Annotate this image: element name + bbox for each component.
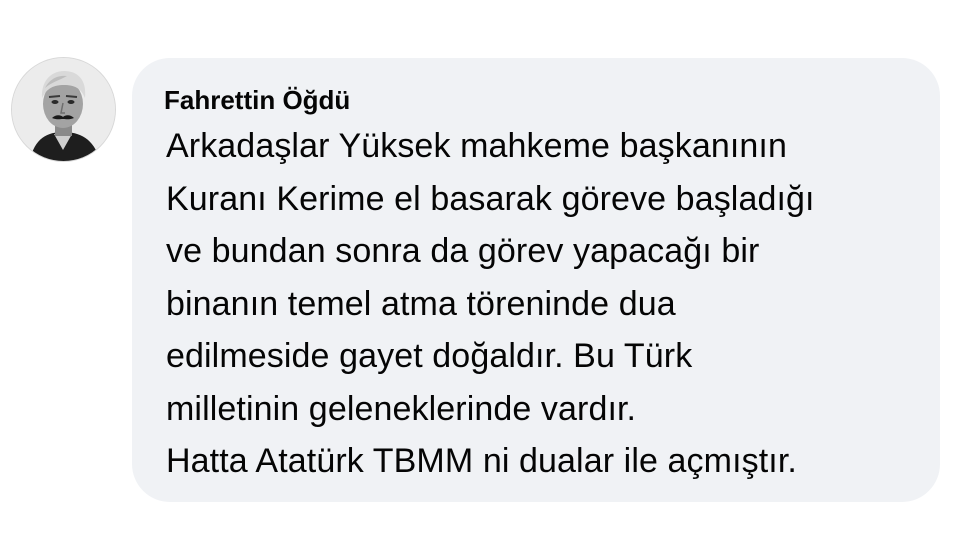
comment-text-line: ve bundan sonra da görev yapacağı bir bbox=[166, 232, 760, 270]
comment-text-line: milletinin geleneklerinde vardır. bbox=[166, 389, 637, 428]
comment-author[interactable]: Fahrettin Öğdü bbox=[164, 84, 912, 116]
comment-bubble: Fahrettin Öğdü Arkadaşlar Yüksek mahkeme… bbox=[132, 58, 940, 502]
avatar[interactable] bbox=[12, 58, 115, 161]
comment-text: Arkadaşlar Yüksek mahkeme başkanının Kur… bbox=[166, 120, 912, 488]
comment-text-line: Hatta Atatürk TBMM ni dualar ile açmıştı… bbox=[166, 442, 797, 480]
comment: Fahrettin Öğdü Arkadaşlar Yüksek mahkeme… bbox=[0, 0, 971, 551]
profile-photo-icon bbox=[12, 58, 115, 161]
comment-text-line: binanın temel atma töreninde dua bbox=[166, 284, 676, 323]
comment-text-line: Kuranı Kerime el basarak göreve başladığ… bbox=[166, 179, 815, 218]
comment-text-line: Arkadaşlar Yüksek mahkeme başkanının bbox=[166, 127, 787, 165]
comment-text-line: edilmeside gayet doğaldır. Bu Türk bbox=[166, 337, 693, 375]
